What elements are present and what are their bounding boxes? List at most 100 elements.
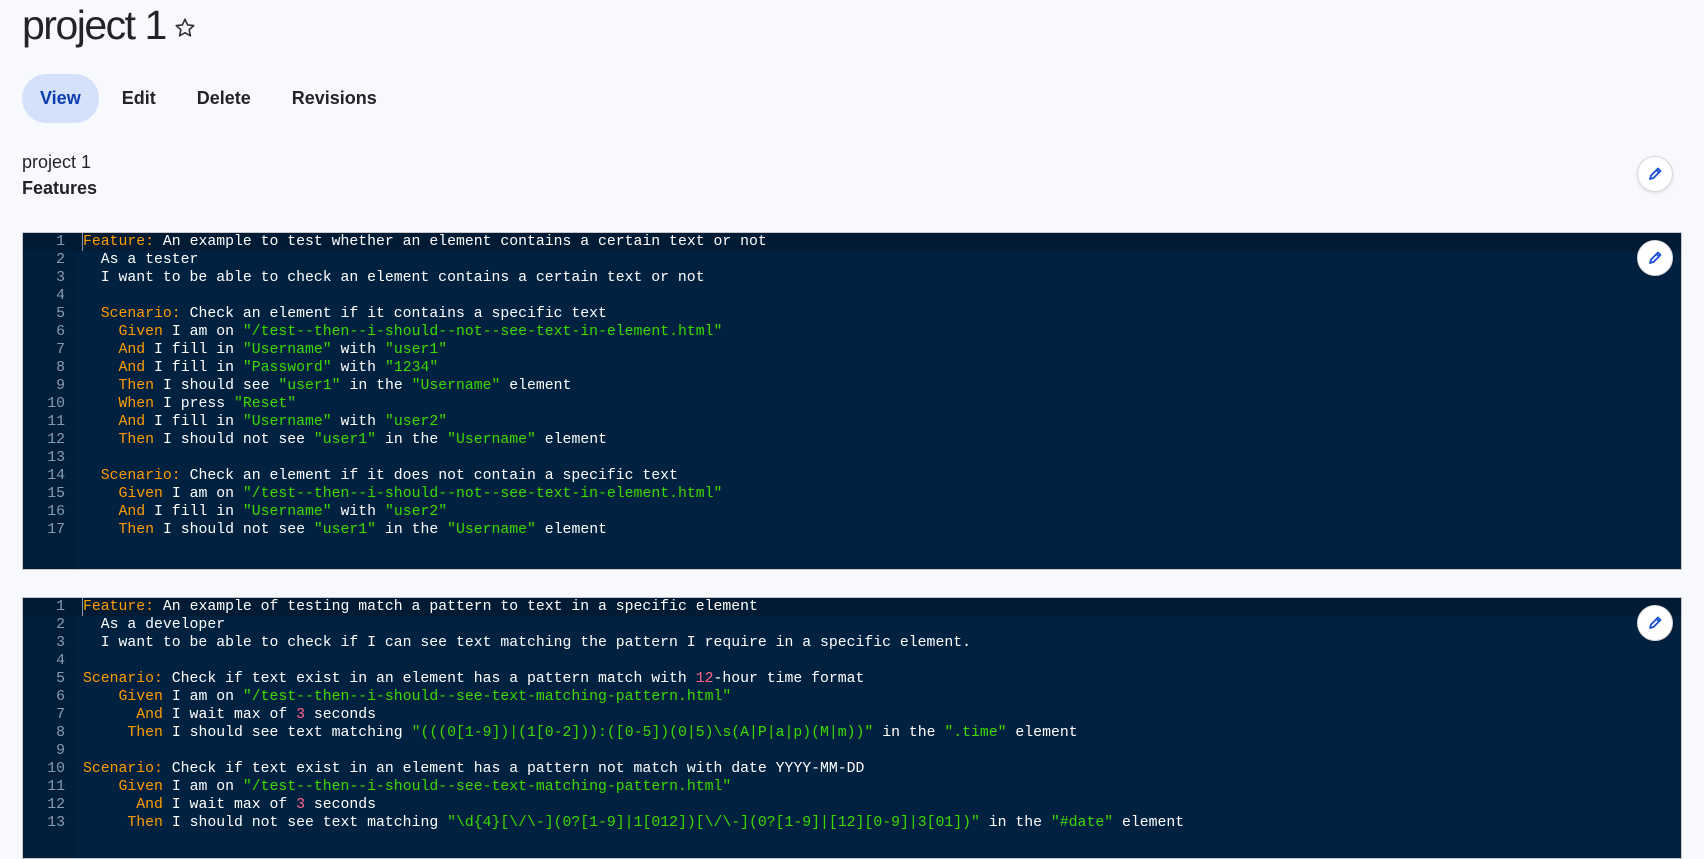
text-token: Check an element if it does not contain … — [180, 468, 678, 484]
code-line: 12 Then I should not see "user1" in the … — [23, 431, 1681, 449]
text-token: As a tester — [83, 252, 199, 268]
project-name: project 1 — [22, 152, 92, 172]
line-number: 10 — [47, 761, 65, 777]
string-token: "\d{4}[\/\-](0?[1-9]|1[012])[\/\-](0?[1-… — [447, 815, 980, 831]
keyword-token: Then — [118, 432, 155, 448]
string-token: "/test--then--i-should--not--see-text-in… — [242, 324, 723, 340]
text-token: in the — [979, 815, 1051, 831]
keyword-token: When — [118, 396, 155, 412]
keyword-token: Then — [118, 378, 155, 394]
string-token: "Username" — [242, 504, 332, 520]
code-line: 10 Scenario: Check if text exist in an el… — [23, 760, 1681, 778]
text-token: seconds — [305, 797, 377, 813]
text-token: element — [535, 522, 607, 538]
text-token: I want to be able to check if I can see … — [83, 635, 971, 651]
text-token: seconds — [305, 707, 377, 723]
keyword-token: Given — [118, 779, 163, 795]
text-token: Check if text exist in an element has a … — [162, 761, 865, 777]
code-line: 3 I want to be able to check an element … — [23, 269, 1681, 287]
code-line: 9 — [23, 742, 1681, 760]
text-token: I am on — [162, 486, 243, 502]
line-number: 1 — [56, 599, 65, 615]
string-token: "1234" — [384, 360, 439, 376]
text-token: I should see text matching — [162, 725, 412, 741]
line-number: 11 — [47, 779, 65, 795]
keyword-token: Given — [118, 689, 163, 705]
edit-field-button[interactable] — [1637, 156, 1673, 192]
features-label: Features — [22, 178, 98, 198]
text-token: in the — [340, 378, 412, 394]
tab-revisions[interactable]: Revisions — [274, 74, 395, 123]
string-token: "/test--then--i-should--see-text-matchin… — [242, 689, 732, 705]
tab-edit[interactable]: Edit — [104, 74, 174, 123]
code-text: Given I am on "/test--then--i-should--no… — [83, 323, 723, 341]
code-line: 9 Then I should see "user1" in the "User… — [23, 377, 1681, 395]
line-number: 3 — [56, 635, 65, 651]
keyword-token: Scenario: — [100, 468, 181, 484]
tab-delete[interactable]: Delete — [179, 74, 269, 123]
text-token: An example of testing match a pattern to… — [154, 599, 758, 615]
text-token: I fill in — [145, 414, 243, 430]
code-line: 16 And I fill in "Username" with "user2" — [23, 503, 1681, 521]
keyword-token: And — [118, 342, 146, 358]
string-token: "user1" — [313, 432, 377, 448]
text-token: An example to test whether an element co… — [154, 234, 767, 250]
string-token: "user2" — [384, 504, 448, 520]
text-token: element — [535, 432, 607, 448]
keyword-token: Feature: — [83, 599, 155, 615]
string-token: ".time" — [944, 725, 1007, 741]
tab-view[interactable]: View — [22, 74, 99, 123]
string-token: "Username" — [242, 342, 332, 358]
code-line: 13 Then I should not see text matching "… — [23, 814, 1681, 832]
text-token: with — [331, 360, 385, 376]
string-token: "/test--then--i-should--not--see-text-in… — [242, 486, 723, 502]
code-line: 1 Feature: An example to test whether an … — [23, 233, 1681, 251]
code-text: Scenario: Check an element if it contain… — [83, 305, 607, 323]
pencil-icon — [1649, 251, 1662, 264]
code-line: 5 Scenario: Check if text exist in an ele… — [23, 670, 1681, 688]
line-number: 9 — [56, 378, 65, 394]
string-token: "user1" — [384, 342, 448, 358]
code-line: 4 — [23, 652, 1681, 670]
code-line: 5 Scenario: Check an element if it conta… — [23, 305, 1681, 323]
code-text: Feature: An example of testing match a p… — [82, 598, 758, 616]
text-token: in the — [376, 522, 448, 538]
feature-code-block[interactable]: 1 Feature: An example to test whether an … — [22, 232, 1682, 570]
code-line: 1 Feature: An example of testing match a … — [23, 598, 1681, 616]
code-text: Scenario: Check if text exist in an elem… — [83, 670, 864, 688]
line-number: 6 — [56, 689, 65, 705]
text-token: with — [331, 342, 385, 358]
text-token: I should not see — [154, 522, 314, 538]
edit-feature-button[interactable] — [1637, 605, 1673, 641]
code-text: And I fill in "Username" with "user2" — [83, 503, 448, 521]
code-text: I want to be able to check if I can see … — [83, 634, 971, 652]
text-token: I should not see — [154, 432, 314, 448]
line-number: 8 — [56, 725, 65, 741]
feature-code-block[interactable]: 1 Feature: An example of testing match a … — [22, 597, 1682, 859]
star-outline-icon[interactable] — [174, 17, 196, 39]
code-text: Given I am on "/test--then--i-should--se… — [83, 778, 732, 796]
line-number: 6 — [56, 324, 65, 340]
code-text: Given I am on "/test--then--i-should--no… — [83, 485, 723, 503]
string-token: "Username" — [447, 522, 536, 538]
code-line: 2 As a developer — [23, 616, 1681, 634]
line-number: 15 — [47, 486, 65, 502]
string-token: "Reset" — [233, 396, 297, 412]
string-token: "Username" — [242, 414, 332, 430]
code-text: I want to be able to check an element co… — [83, 269, 705, 287]
keyword-token: Given — [118, 324, 163, 340]
code-text: And I fill in "Username" with "user2" — [83, 413, 448, 431]
code-line: 4 — [23, 287, 1681, 305]
code-text: Feature: An example to test whether an e… — [82, 233, 767, 251]
edit-feature-button[interactable] — [1637, 240, 1673, 276]
text-token: element — [1006, 725, 1078, 741]
